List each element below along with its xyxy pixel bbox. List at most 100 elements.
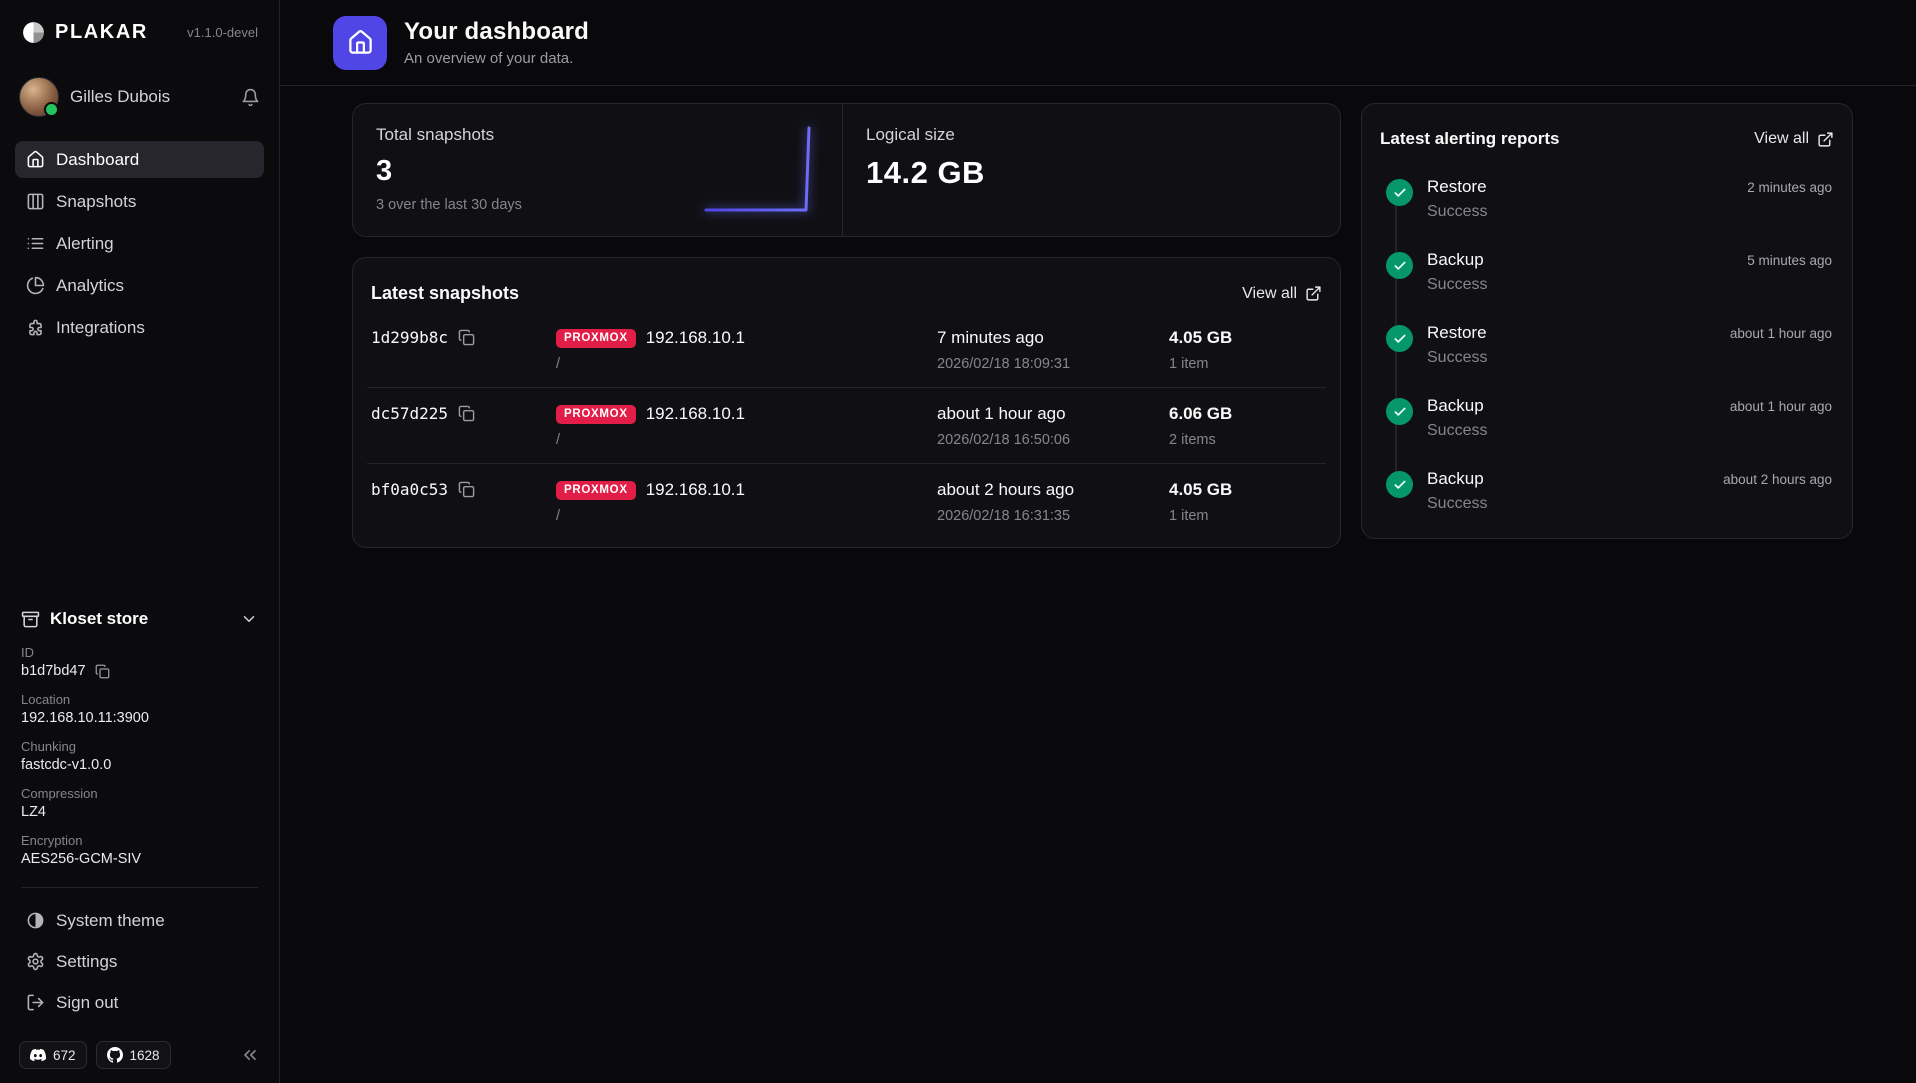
snapshot-path: / — [556, 432, 937, 448]
sign-out-button[interactable]: Sign out — [15, 984, 264, 1021]
avatar[interactable] — [19, 77, 59, 117]
sidebar-nav: Dashboard Snapshots Alerting Analytics I… — [15, 141, 264, 346]
copy-icon[interactable] — [458, 329, 475, 346]
field-label: ID — [21, 645, 258, 660]
snapshot-size: 4.05 GB — [1169, 328, 1322, 348]
brand-name: PLAKAR — [55, 21, 148, 44]
sidebar-item-label: Integrations — [56, 318, 145, 338]
sidebar-item-dashboard[interactable]: Dashboard — [15, 141, 264, 178]
settings-button[interactable]: Settings — [15, 943, 264, 980]
alert-time: about 1 hour ago — [1730, 326, 1832, 341]
copy-icon[interactable] — [458, 481, 475, 498]
sidebar-item-alerting[interactable]: Alerting — [15, 225, 264, 262]
columns-icon — [26, 192, 45, 211]
footer-nav-label: Settings — [56, 952, 117, 972]
store-field-encryption: Encryption AES256-GCM-SIV — [21, 833, 258, 867]
brand-version: v1.1.0-devel — [187, 25, 258, 40]
snapshot-items: 1 item — [1169, 508, 1322, 524]
alert-item[interactable]: Backup Success about 2 hours ago — [1383, 469, 1834, 516]
alert-time: 5 minutes ago — [1747, 253, 1832, 268]
view-all-label: View all — [1242, 285, 1297, 303]
page-title: Your dashboard — [404, 18, 589, 46]
sidebar-item-analytics[interactable]: Analytics — [15, 267, 264, 304]
community-badges-row: 672 1628 — [15, 1041, 264, 1069]
snapshot-row[interactable]: bf0a0c53 PROXMOX 192.168.10.1 / — [367, 463, 1326, 539]
card-title: Latest snapshots — [371, 283, 519, 304]
view-all-label: View all — [1754, 130, 1809, 148]
snapshot-id: dc57d225 — [371, 404, 448, 423]
footer-nav-label: Sign out — [56, 993, 118, 1013]
archive-icon — [21, 610, 40, 629]
copy-icon[interactable] — [458, 405, 475, 422]
page-header-text: Your dashboard An overview of your data. — [404, 18, 589, 67]
snapshot-items: 1 item — [1169, 356, 1322, 372]
collapse-sidebar-icon[interactable] — [240, 1045, 260, 1065]
snapshots-view-all-link[interactable]: View all — [1242, 285, 1322, 303]
content: Total snapshots 3 3 over the last 30 day… — [280, 86, 1916, 1083]
right-column: Latest alerting reports View all Restore — [1361, 103, 1853, 539]
puzzle-icon — [26, 318, 45, 337]
kloset-store-title: Kloset store — [50, 609, 148, 629]
snapshot-row[interactable]: dc57d225 PROXMOX 192.168.10.1 / — [367, 387, 1326, 463]
main-area: Your dashboard An overview of your data.… — [280, 0, 1916, 1083]
alerts-view-all-link[interactable]: View all — [1754, 130, 1834, 148]
alert-item[interactable]: Restore Success about 1 hour ago — [1383, 323, 1834, 370]
stats-card: Total snapshots 3 3 over the last 30 day… — [352, 103, 1341, 237]
snapshot-row[interactable]: 1d299b8c PROXMOX 192.168.10.1 / — [367, 312, 1326, 387]
alerts-timeline: Restore Success 2 minutes ago Backup Suc… — [1380, 177, 1834, 516]
contrast-icon — [26, 911, 45, 930]
snapshot-host: 192.168.10.1 — [646, 404, 745, 424]
sidebar-footer-nav: System theme Settings Sign out — [15, 902, 264, 1021]
notifications-bell-icon[interactable] — [241, 88, 260, 107]
snapshot-host: 192.168.10.1 — [646, 328, 745, 348]
sidebar-item-integrations[interactable]: Integrations — [15, 309, 264, 346]
footer-nav-label: System theme — [56, 911, 165, 931]
snapshot-items: 2 items — [1169, 432, 1322, 448]
snapshot-id: bf0a0c53 — [371, 480, 448, 499]
discord-icon — [30, 1047, 46, 1063]
field-value: LZ4 — [21, 804, 46, 820]
alert-item[interactable]: Restore Success 2 minutes ago — [1383, 177, 1834, 224]
plakar-logo-icon — [21, 20, 46, 45]
external-link-icon — [1305, 285, 1322, 302]
success-check-icon — [1386, 252, 1413, 279]
card-title: Latest alerting reports — [1380, 129, 1560, 149]
snapshot-timestamp: 2026/02/18 16:50:06 — [937, 432, 1169, 448]
copy-icon[interactable] — [95, 664, 110, 679]
success-check-icon — [1386, 471, 1413, 498]
alert-item[interactable]: Backup Success about 1 hour ago — [1383, 396, 1834, 443]
field-value: 192.168.10.11:3900 — [21, 710, 149, 726]
kloset-store-panel: Kloset store ID b1d7bd47 Location — [15, 609, 264, 867]
snapshot-host: 192.168.10.1 — [646, 480, 745, 500]
sidebar-item-snapshots[interactable]: Snapshots — [15, 183, 264, 220]
alert-status: Success — [1427, 203, 1834, 221]
snapshot-timestamp: 2026/02/18 16:31:35 — [937, 508, 1169, 524]
list-icon — [26, 234, 45, 253]
snapshot-ago: 7 minutes ago — [937, 328, 1169, 348]
latest-snapshots-card: Latest snapshots View all 1d299b8c — [352, 257, 1341, 548]
dashboard-home-icon — [333, 16, 387, 70]
snapshot-id: 1d299b8c — [371, 328, 448, 347]
alert-time: about 1 hour ago — [1730, 399, 1832, 414]
brand: PLAKAR v1.1.0-devel — [15, 20, 264, 45]
system-theme-button[interactable]: System theme — [15, 902, 264, 939]
stat-value: 14.2 GB — [866, 155, 1317, 191]
github-icon — [107, 1047, 123, 1063]
sidebar-item-label: Analytics — [56, 276, 124, 296]
chevron-down-icon[interactable] — [240, 610, 258, 628]
logical-size-stat: Logical size 14.2 GB — [843, 104, 1340, 236]
alert-status: Success — [1427, 422, 1834, 440]
user-row[interactable]: Gilles Dubois — [15, 77, 264, 117]
snapshot-path: / — [556, 508, 937, 524]
sidebar: PLAKAR v1.1.0-devel Gilles Dubois Dashbo… — [0, 0, 280, 1083]
latest-alerting-reports-card: Latest alerting reports View all Restore — [1361, 103, 1853, 539]
snapshot-size: 6.06 GB — [1169, 404, 1322, 424]
pie-chart-icon — [26, 276, 45, 295]
alert-item[interactable]: Backup Success 5 minutes ago — [1383, 250, 1834, 297]
sidebar-item-label: Snapshots — [56, 192, 136, 212]
github-badge[interactable]: 1628 — [96, 1041, 171, 1069]
discord-badge[interactable]: 672 — [19, 1041, 87, 1069]
field-value: fastcdc-v1.0.0 — [21, 757, 111, 773]
snapshots-sparkline-chart — [703, 120, 828, 218]
kloset-store-header[interactable]: Kloset store — [21, 609, 258, 629]
